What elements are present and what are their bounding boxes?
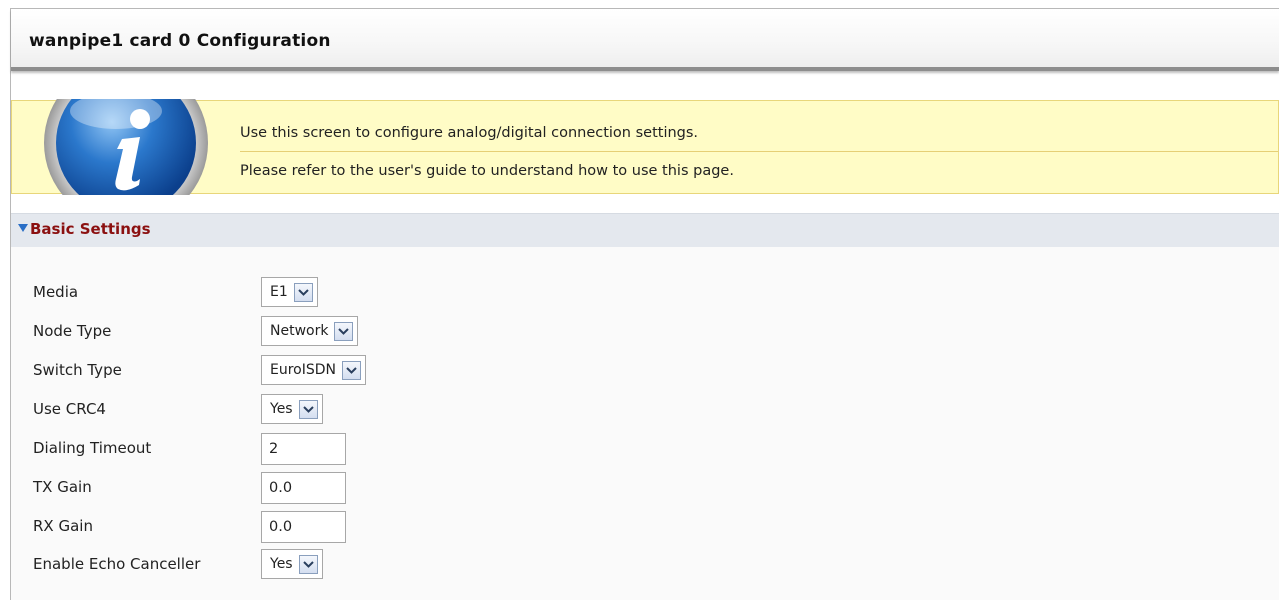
- switch-type-label: Switch Type: [33, 361, 122, 379]
- row-use-crc4: Use CRC4 Yes: [11, 394, 1279, 426]
- echo-canceller-value: Yes: [270, 556, 293, 572]
- echo-canceller-label: Enable Echo Canceller: [33, 555, 201, 573]
- info-icon: [44, 99, 209, 195]
- tx-gain-label: TX Gain: [33, 478, 92, 496]
- row-echo-canceller: Enable Echo Canceller Yes: [11, 549, 1279, 581]
- switch-type-select[interactable]: EuroISDN: [261, 355, 367, 385]
- node-type-select[interactable]: Network: [261, 316, 359, 346]
- tx-gain-input[interactable]: 0.0: [261, 472, 346, 504]
- media-label: Media: [33, 283, 79, 301]
- media-value: E1: [270, 284, 288, 300]
- echo-canceller-select[interactable]: Yes: [261, 549, 323, 579]
- triangle-down-icon[interactable]: [18, 224, 28, 232]
- title-bar: wanpipe1 card 0 Configuration: [11, 9, 1279, 71]
- section-title: Basic Settings: [30, 220, 151, 238]
- row-rx-gain: RX Gain 0.0: [11, 511, 1279, 543]
- config-panel: wanpipe1 card 0 Configuration Use this s…: [10, 8, 1279, 600]
- info-line-2: Please refer to the user's guide to unde…: [240, 163, 734, 179]
- use-crc4-select[interactable]: Yes: [261, 394, 323, 424]
- chevron-down-icon[interactable]: [342, 360, 362, 380]
- info-banner: Use this screen to configure analog/digi…: [11, 99, 1279, 195]
- row-tx-gain: TX Gain 0.0: [11, 472, 1279, 504]
- info-line-1: Use this screen to configure analog/digi…: [240, 115, 1278, 152]
- row-node-type: Node Type Network: [11, 316, 1279, 348]
- use-crc4-value: Yes: [270, 401, 293, 417]
- dialing-timeout-label: Dialing Timeout: [33, 439, 152, 457]
- row-media: Media E1: [11, 277, 1279, 309]
- switch-type-value: EuroISDN: [270, 362, 337, 378]
- chevron-down-icon[interactable]: [298, 554, 318, 574]
- chevron-down-icon[interactable]: [334, 321, 354, 341]
- use-crc4-label: Use CRC4: [33, 400, 106, 418]
- chevron-down-icon[interactable]: [293, 282, 313, 302]
- chevron-down-icon[interactable]: [298, 399, 318, 419]
- node-type-value: Network: [270, 323, 329, 339]
- rx-gain-label: RX Gain: [33, 517, 93, 535]
- page-title: wanpipe1 card 0 Configuration: [29, 31, 331, 51]
- media-select[interactable]: E1: [261, 277, 318, 307]
- rx-gain-input[interactable]: 0.0: [261, 511, 346, 543]
- row-switch-type: Switch Type EuroISDN: [11, 355, 1279, 387]
- node-type-label: Node Type: [33, 322, 112, 340]
- dialing-timeout-input[interactable]: 2: [261, 433, 346, 465]
- section-header-basic-settings[interactable]: Basic Settings: [11, 213, 1279, 248]
- row-dialing-timeout: Dialing Timeout 2: [11, 433, 1279, 465]
- settings-form: Media E1 Node Type Network Switch Type E…: [11, 247, 1279, 600]
